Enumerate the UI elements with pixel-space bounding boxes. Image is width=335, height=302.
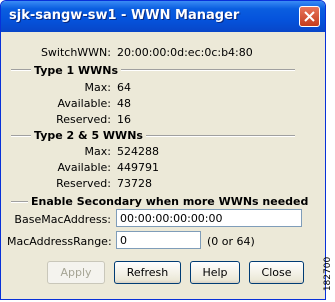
close-icon[interactable] bbox=[299, 6, 320, 27]
apply-button[interactable]: Apply bbox=[47, 261, 105, 284]
type1-max-label: Max: bbox=[84, 81, 111, 94]
mac-range-hint: (0 or 64) bbox=[207, 235, 255, 248]
type25-reserved-value: 73728 bbox=[117, 177, 152, 190]
type1-available-label: Available: bbox=[57, 97, 112, 110]
figure-code-text: 182700 bbox=[323, 256, 334, 292]
type25-group-title: Type 2 & 5 WWNs bbox=[31, 129, 146, 142]
refresh-button[interactable]: Refresh bbox=[114, 261, 181, 284]
type1-available-value: 48 bbox=[117, 97, 131, 110]
base-mac-address-input[interactable] bbox=[116, 209, 302, 227]
window-title: sjk-sangw-sw1 - WWN Manager bbox=[9, 8, 240, 23]
help-button[interactable]: Help bbox=[190, 261, 240, 284]
figure-code: 182700 bbox=[321, 255, 335, 295]
base-mac-label: BaseMacAddress: bbox=[14, 213, 111, 226]
type25-max-value: 524288 bbox=[117, 145, 159, 158]
type25-reserved-label: Reserved: bbox=[56, 177, 111, 190]
type25-max-label: Max: bbox=[84, 145, 111, 158]
type25-available-value: 449791 bbox=[117, 161, 159, 174]
type1-reserved-value: 16 bbox=[117, 113, 131, 126]
title-bar[interactable]: sjk-sangw-sw1 - WWN Manager bbox=[1, 1, 325, 32]
mac-range-label: MacAddressRange: bbox=[7, 235, 112, 248]
dialog-content: SwitchWWN: 20:00:00:0d:ec:0c:b4:80 Type … bbox=[1, 32, 325, 299]
secondary-group-title: Enable Secondary when more WWNs needed bbox=[28, 195, 312, 208]
type1-reserved-label: Reserved: bbox=[56, 113, 111, 126]
wwn-manager-dialog: sjk-sangw-sw1 - WWN Manager SwitchWWN: 2… bbox=[0, 0, 326, 300]
switch-wwn-label: SwitchWWN: bbox=[40, 46, 111, 59]
type1-group-title: Type 1 WWNs bbox=[31, 64, 122, 77]
close-button[interactable]: Close bbox=[249, 261, 304, 284]
type1-max-value: 64 bbox=[117, 81, 131, 94]
mac-address-range-input[interactable] bbox=[116, 231, 201, 249]
type25-available-label: Available: bbox=[57, 161, 112, 174]
switch-wwn-value: 20:00:00:0d:ec:0c:b4:80 bbox=[117, 46, 253, 59]
